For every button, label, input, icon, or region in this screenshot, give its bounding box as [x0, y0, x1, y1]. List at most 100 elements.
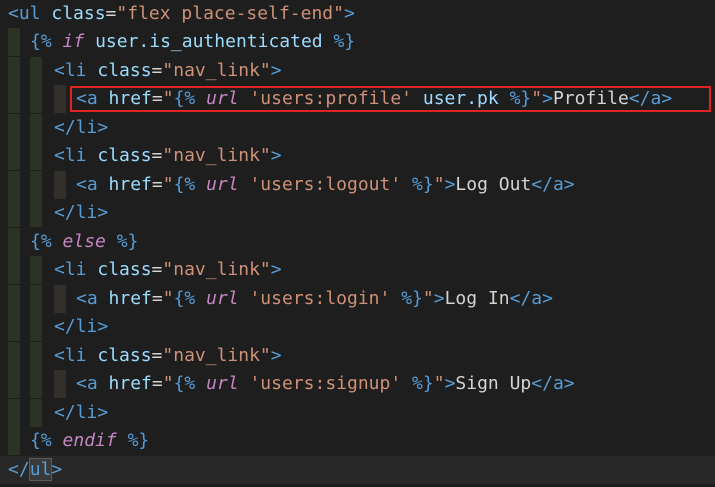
code-line-1[interactable]: <ul class="flex place-self-end">	[0, 0, 715, 28]
li-class-value: "nav_link"	[162, 345, 271, 366]
url-keyword: url	[206, 288, 239, 309]
code-line-3[interactable]: <li class="nav_link">	[0, 57, 715, 85]
class-attribute: class	[97, 145, 152, 166]
code-line-12[interactable]: </li>	[0, 313, 715, 341]
indent-guide	[30, 256, 42, 284]
indent-guide	[8, 57, 20, 85]
li-close-tag: </li>	[54, 316, 109, 337]
pk-variable: user.pk	[422, 88, 499, 109]
template-tag-close: %}	[412, 373, 434, 394]
tag-close-bracket: >	[542, 88, 553, 109]
quote-open: "	[162, 88, 174, 109]
equals-sign: =	[151, 88, 163, 109]
quote-close: "	[433, 174, 445, 195]
indent-guide	[30, 399, 42, 427]
url-keyword: url	[206, 373, 239, 394]
code-line-11[interactable]: <a href="{% url 'users:login' %}">Log In…	[0, 285, 715, 313]
indent-guide	[8, 342, 20, 370]
indent-guide	[8, 313, 20, 341]
indent-guide	[30, 285, 42, 313]
indent-guide	[54, 171, 66, 199]
class-attribute: class	[51, 3, 106, 24]
tag-close-bracket: >	[270, 259, 282, 280]
quote-open: "	[162, 373, 174, 394]
url-name-profile: 'users:profile'	[249, 88, 413, 109]
code-line-5[interactable]: </li>	[0, 114, 715, 142]
code-line-9[interactable]: {% else %}	[0, 228, 715, 256]
else-keyword: else	[62, 231, 106, 252]
indent-guide	[8, 256, 20, 284]
tag-close-bracket: >	[270, 145, 282, 166]
href-attribute: href	[108, 88, 152, 109]
quote-open: "	[162, 288, 174, 309]
indent-guide	[30, 370, 42, 398]
if-keyword: if	[62, 31, 85, 52]
indent-guide	[8, 28, 20, 56]
url-keyword: url	[206, 88, 239, 109]
quote-close: "	[422, 288, 434, 309]
indent-guide	[8, 285, 20, 313]
indent-guide	[30, 114, 42, 142]
class-attribute: class	[97, 345, 152, 366]
template-tag-close: %}	[509, 88, 532, 109]
code-line-17[interactable]: </ul>	[0, 456, 715, 484]
tag-close-bracket: >	[433, 288, 445, 309]
li-open-tag: <li	[54, 345, 87, 366]
equals-sign: =	[151, 345, 163, 366]
ul-class-value: "flex place-self-end"	[116, 3, 344, 24]
indent-guide	[30, 342, 42, 370]
link-text-signup: Sign Up	[455, 373, 532, 394]
url-name-login: 'users:login'	[249, 288, 391, 309]
li-close-tag: </li>	[54, 202, 109, 223]
indent-guide	[8, 427, 20, 455]
indent-guide	[8, 142, 20, 170]
tag-close-bracket: >	[270, 345, 282, 366]
li-open-tag: <li	[54, 259, 87, 280]
template-tag-open: {%	[30, 31, 52, 52]
code-line-4[interactable]: <a href="{% url 'users:profile' user.pk …	[0, 85, 715, 113]
li-class-value: "nav_link"	[162, 259, 271, 280]
template-tag-open: {%	[173, 288, 196, 309]
code-line-6[interactable]: <li class="nav_link">	[0, 142, 715, 170]
code-line-7[interactable]: <a href="{% url 'users:logout' %}">Log O…	[0, 171, 715, 199]
code-line-15[interactable]: </li>	[0, 399, 715, 427]
indent-guide	[54, 370, 66, 398]
indent-guide	[30, 57, 42, 85]
template-tag-close: %}	[333, 31, 356, 52]
indent-guide	[30, 171, 42, 199]
indent-guide	[8, 114, 20, 142]
a-close-tag: </a>	[509, 288, 553, 309]
template-tag-open: {%	[173, 88, 196, 109]
code-line-2[interactable]: {% if user.is_authenticated %}	[0, 28, 715, 56]
template-tag-open: {%	[30, 231, 52, 252]
code-line-10[interactable]: <li class="nav_link">	[0, 256, 715, 284]
li-close-tag: </li>	[54, 117, 109, 138]
code-line-13[interactable]: <li class="nav_link">	[0, 342, 715, 370]
code-line-16[interactable]: {% endif %}	[0, 427, 715, 455]
code-line-8[interactable]: </li>	[0, 199, 715, 227]
indent-guide	[54, 285, 66, 313]
li-open-tag: <li	[54, 60, 87, 81]
url-name-signup: 'users:signup'	[249, 373, 402, 394]
equals-sign: =	[151, 145, 163, 166]
li-class-value: "nav_link"	[162, 145, 271, 166]
indent-guide	[8, 85, 20, 113]
quote-close: "	[531, 88, 543, 109]
code-editor[interactable]: <ul class="flex place-self-end"> {% if u…	[0, 0, 715, 487]
equals-sign: =	[151, 373, 163, 394]
code-line-14[interactable]: <a href="{% url 'users:signup' %}">Sign …	[0, 370, 715, 398]
href-attribute: href	[108, 373, 152, 394]
tag-close-bracket: >	[343, 3, 355, 24]
tag-close-bracket: >	[444, 174, 456, 195]
url-keyword: url	[206, 174, 239, 195]
indent-guide	[8, 370, 20, 398]
a-close-tag: </a>	[628, 88, 673, 109]
quote-close: "	[433, 373, 445, 394]
href-attribute: href	[108, 174, 152, 195]
template-tag-close: %}	[127, 430, 150, 451]
url-name-logout: 'users:logout'	[249, 174, 402, 195]
class-attribute: class	[97, 60, 152, 81]
template-tag-open: {%	[173, 174, 196, 195]
tag-close-bracket: >	[270, 60, 282, 81]
equals-sign: =	[151, 60, 163, 81]
